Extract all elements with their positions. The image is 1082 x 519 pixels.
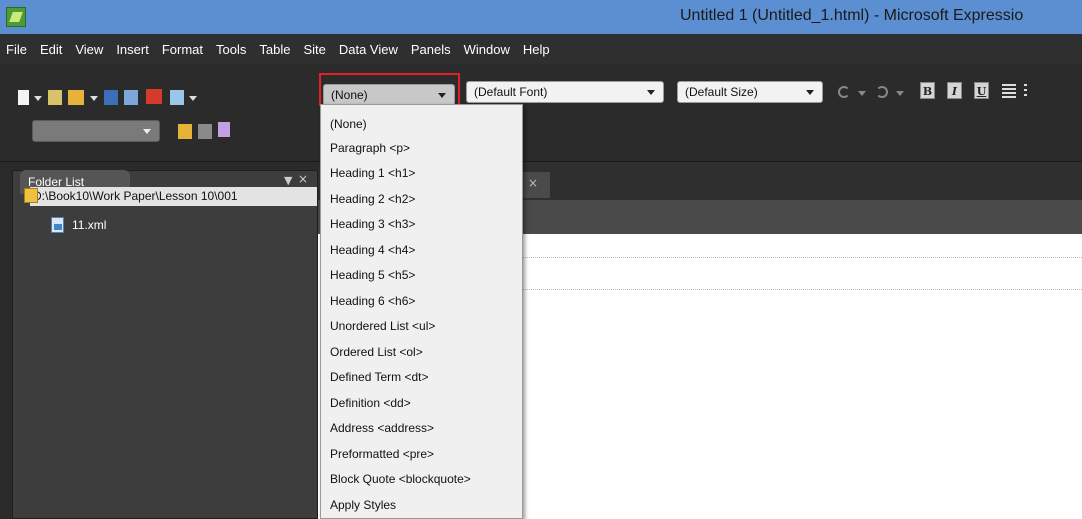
redo-icon[interactable]: [876, 86, 888, 98]
bold-button[interactable]: B: [920, 82, 935, 99]
highlight-outline: [319, 73, 460, 106]
preview-icon[interactable]: [170, 90, 184, 105]
menu-edit[interactable]: Edit: [40, 42, 62, 57]
style-option[interactable]: Heading 4 <h4>: [330, 243, 415, 257]
folder-root-label: D:\Book10\Work Paper\Lesson 10\001: [33, 189, 238, 203]
chevron-down-icon: [647, 90, 655, 95]
menu-table[interactable]: Table: [259, 42, 290, 57]
window-title: Untitled 1 (Untitled_1.html) - Microsoft…: [680, 7, 1024, 24]
close-icon[interactable]: ×: [298, 172, 308, 186]
sharepoint-icon[interactable]: [146, 89, 162, 104]
divider: [520, 257, 1082, 258]
style-option[interactable]: Heading 6 <h6>: [330, 294, 415, 308]
style-option[interactable]: Paragraph <p>: [330, 141, 410, 155]
undo-icon[interactable]: [838, 86, 850, 98]
preview-dropdown-icon[interactable]: [189, 96, 197, 101]
menu-panels[interactable]: Panels: [411, 42, 451, 57]
style-option[interactable]: Ordered List <ol>: [330, 345, 423, 359]
italic-button[interactable]: I: [947, 82, 962, 99]
title-bar: Untitled 1 (Untitled_1.html) - Microsoft…: [0, 0, 1082, 34]
menu-view[interactable]: View: [75, 42, 103, 57]
style-option[interactable]: Block Quote <blockquote>: [330, 472, 471, 486]
menu-format[interactable]: Format: [162, 42, 203, 57]
chevron-down-icon: [806, 90, 814, 95]
publish-icon[interactable]: [124, 90, 138, 105]
undo-dropdown-icon[interactable]: [858, 91, 866, 96]
menu-window[interactable]: Window: [464, 42, 510, 57]
style-option[interactable]: Unordered List <ul>: [330, 319, 435, 333]
new-page-icon[interactable]: [18, 90, 29, 105]
menu-file[interactable]: File: [6, 42, 27, 57]
menu-help[interactable]: Help: [523, 42, 550, 57]
menu-tools[interactable]: Tools: [216, 42, 246, 57]
underline-button[interactable]: U: [974, 82, 989, 99]
menu-data-view[interactable]: Data View: [339, 42, 398, 57]
menu-insert[interactable]: Insert: [116, 42, 149, 57]
style-option[interactable]: Heading 2 <h2>: [330, 192, 415, 206]
save-icon[interactable]: [104, 90, 118, 105]
align-left-icon[interactable]: [1002, 84, 1016, 98]
edit-icon[interactable]: [218, 122, 230, 137]
style-option[interactable]: Heading 3 <h3>: [330, 217, 415, 231]
style-dropdown-menu: (None) Paragraph <p> Heading 1 <h1> Head…: [320, 104, 523, 519]
style-option[interactable]: Heading 5 <h5>: [330, 268, 415, 282]
style-option[interactable]: Address <address>: [330, 421, 434, 435]
divider: [520, 289, 1082, 290]
folder-icon: [24, 188, 38, 203]
style-option[interactable]: (None): [330, 117, 367, 131]
chevron-down-icon: [143, 129, 151, 134]
new-folder-icon[interactable]: [48, 90, 62, 105]
size-select[interactable]: (Default Size): [677, 81, 823, 103]
secondary-select[interactable]: [32, 120, 160, 142]
toolbar: [0, 64, 1082, 162]
style-option[interactable]: Heading 1 <h1>: [330, 166, 415, 180]
image-icon[interactable]: [198, 124, 212, 139]
more-icon[interactable]: [1024, 84, 1027, 98]
menu-site[interactable]: Site: [303, 42, 325, 57]
style-option[interactable]: Apply Styles: [330, 498, 396, 512]
open-icon[interactable]: [68, 90, 84, 105]
close-icon[interactable]: ×: [528, 176, 538, 190]
menu-bar: File Edit View Insert Format Tools Table…: [0, 34, 1082, 64]
app-icon[interactable]: [6, 7, 26, 27]
size-select-value: (Default Size): [685, 85, 758, 99]
redo-dropdown-icon[interactable]: [896, 91, 904, 96]
style-option[interactable]: Definition <dd>: [330, 396, 411, 410]
font-select-value: (Default Font): [474, 85, 548, 99]
font-select[interactable]: (Default Font): [466, 81, 664, 103]
folder-root-item[interactable]: D:\Book10\Work Paper\Lesson 10\001: [30, 187, 317, 206]
xml-file-icon: [51, 217, 64, 233]
open-dropdown-icon[interactable]: [90, 96, 98, 101]
style-option[interactable]: Defined Term <dt>: [330, 370, 429, 384]
pin-icon[interactable]: ▼: [284, 174, 292, 187]
insert-picture-icon[interactable]: [178, 124, 192, 139]
style-option[interactable]: Preformatted <pre>: [330, 447, 434, 461]
file-list-item[interactable]: 11.xml: [72, 218, 106, 232]
new-page-dropdown-icon[interactable]: [34, 96, 42, 101]
